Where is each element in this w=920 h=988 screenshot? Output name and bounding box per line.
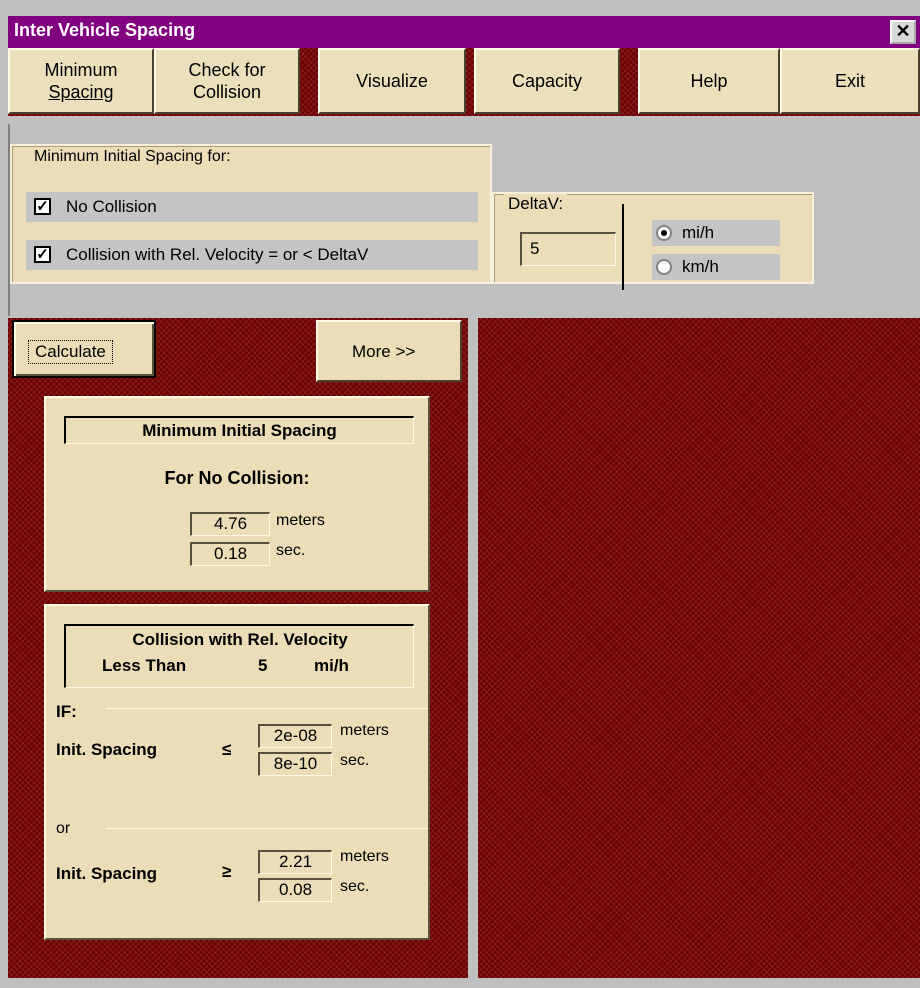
- collision-panel: Collision with Rel. Velocity Less Than 5…: [44, 604, 430, 940]
- collision-less-than: Less Than: [102, 656, 187, 675]
- collision-title-box: Collision with Rel. Velocity Less Than 5…: [64, 624, 414, 688]
- no-collision-checkbox[interactable]: ✓: [34, 198, 51, 215]
- collision-delta-row[interactable]: ✓ Collision with Rel. Velocity = or < De…: [26, 240, 478, 270]
- ge-sec-unit: sec.: [340, 878, 370, 895]
- minimum-spacing-label-line2: Spacing: [48, 82, 114, 102]
- help-button[interactable]: Help: [638, 48, 780, 114]
- ge-meters-unit: meters: [340, 848, 389, 865]
- visualize-button[interactable]: Visualize: [318, 48, 466, 114]
- check-collision-label-line1: Check for: [188, 60, 266, 80]
- le-sec-value: 8e-10: [258, 752, 332, 776]
- kmh-label: km/h: [682, 257, 719, 276]
- capacity-label: Capacity: [511, 71, 583, 91]
- no-collision-sec-unit: sec.: [276, 542, 306, 559]
- le-label: Init. Spacing: [56, 740, 158, 759]
- if-separator: [106, 708, 428, 709]
- minimum-spacing-button[interactable]: Minimum Spacing: [8, 48, 154, 114]
- ge-symbol: ≥: [222, 862, 232, 881]
- unit-kmh-option[interactable]: km/h: [652, 254, 780, 280]
- close-icon: ✕: [895, 21, 911, 41]
- or-separator: [106, 828, 428, 829]
- ge-sec-value: 0.08: [258, 878, 332, 902]
- exit-button[interactable]: Exit: [780, 48, 920, 114]
- check-for-collision-button[interactable]: Check for Collision: [154, 48, 300, 114]
- exit-label: Exit: [834, 71, 865, 91]
- collision-speed-unit: mi/h: [314, 656, 349, 675]
- capacity-button[interactable]: Capacity: [474, 48, 620, 114]
- le-meters-unit: meters: [340, 722, 389, 739]
- deltav-input[interactable]: 5: [520, 232, 616, 266]
- deltav-divider: [622, 204, 624, 290]
- mih-radio[interactable]: [656, 225, 672, 241]
- no-collision-meters-value: 4.76: [190, 512, 270, 536]
- more-label: More >>: [352, 342, 416, 361]
- help-label: Help: [690, 71, 728, 91]
- toolbar: Minimum Spacing Check for Collision Visu…: [8, 48, 920, 116]
- more-button[interactable]: More >>: [316, 320, 462, 382]
- collision-title-line1: Collision with Rel. Velocity: [132, 630, 348, 649]
- no-collision-subtitle: For No Collision:: [164, 468, 310, 488]
- close-button[interactable]: ✕: [890, 20, 916, 44]
- ge-meters-value: 2.21: [258, 850, 332, 874]
- panel-divider: [468, 318, 478, 978]
- or-label: or: [56, 820, 71, 837]
- group-label: Minimum Initial Spacing for:: [28, 148, 237, 166]
- collision-delta-label: Collision with Rel. Velocity = or < Delt…: [66, 245, 369, 264]
- if-label: IF:: [56, 702, 77, 721]
- options-area: Minimum Initial Spacing for: ✓ No Collis…: [8, 124, 920, 316]
- window-title: Inter Vehicle Spacing: [14, 20, 196, 40]
- le-symbol: ≤: [222, 740, 232, 759]
- title-bar: Inter Vehicle Spacing ✕: [8, 16, 920, 48]
- unit-mih-option[interactable]: mi/h: [652, 220, 780, 246]
- deltav-label: DeltaV:: [504, 194, 568, 214]
- no-collision-meters-unit: meters: [276, 512, 325, 529]
- check-collision-label-line2: Collision: [192, 82, 262, 102]
- mih-label: mi/h: [682, 223, 715, 242]
- no-collision-title: Minimum Initial Spacing: [64, 416, 414, 444]
- no-collision-label: No Collision: [66, 197, 157, 216]
- calculate-button[interactable]: Calculate: [12, 320, 156, 378]
- collision-delta-checkbox[interactable]: ✓: [34, 246, 51, 263]
- no-collision-sec-value: 0.18: [190, 542, 270, 566]
- le-sec-unit: sec.: [340, 752, 370, 769]
- no-collision-row[interactable]: ✓ No Collision: [26, 192, 478, 222]
- kmh-radio[interactable]: [656, 259, 672, 275]
- collision-speed: 5: [258, 656, 268, 675]
- calculate-label: Calculate: [28, 340, 113, 364]
- ge-label: Init. Spacing: [56, 864, 158, 883]
- minimum-spacing-label-line1: Minimum: [44, 60, 118, 80]
- le-meters-value: 2e-08: [258, 724, 332, 748]
- visualize-label: Visualize: [356, 71, 428, 91]
- no-collision-panel: Minimum Initial Spacing For No Collision…: [44, 396, 430, 592]
